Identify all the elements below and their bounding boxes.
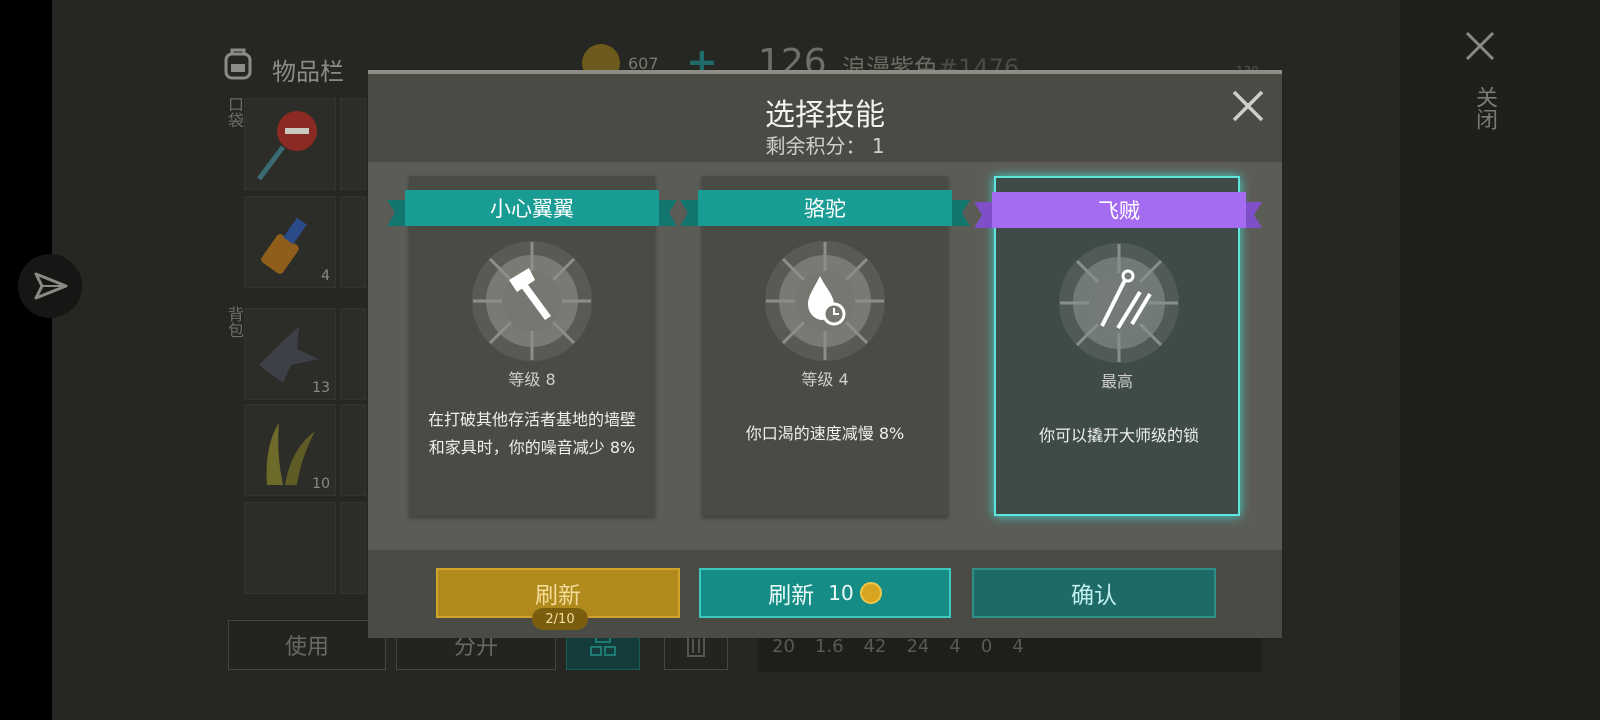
paid-refresh-label: 刷新 <box>768 583 815 609</box>
skill-card-careful[interactable]: 小心翼翼 等级 8 在打破其他存活者基地的墙壁和家具时，你的噪音减少 8% <box>387 176 677 516</box>
slot-count: 10 <box>312 476 330 492</box>
attack-speed-stat: 1.6 <box>814 635 844 657</box>
refresh-count-badge: 2/10 <box>532 608 588 630</box>
inventory-slot[interactable] <box>340 502 366 594</box>
dialog-title: 选择技能 <box>765 98 885 133</box>
share-button[interactable] <box>18 254 82 318</box>
inventory-slot[interactable] <box>340 404 366 496</box>
skill-level: 等级 8 <box>508 370 556 389</box>
backpack-icon <box>224 48 252 80</box>
lockpick-icon <box>1059 243 1179 363</box>
send-icon <box>34 272 68 300</box>
close-label[interactable]: 关闭 <box>1468 86 1500 130</box>
speed-stat: 42 <box>863 635 887 657</box>
slot-count: 4 <box>321 268 330 284</box>
free-refresh-label: 刷新 <box>535 583 581 609</box>
inventory-slot[interactable] <box>340 308 366 400</box>
radiation-resist-stat: 4 <box>1012 635 1024 657</box>
skill-description: 你口渴的速度减慢 8% <box>745 424 905 443</box>
backpack-label: 背包 <box>225 306 244 338</box>
inventory-slot[interactable] <box>340 196 366 288</box>
dialog-close-icon[interactable] <box>1230 88 1266 124</box>
inventory-slot[interactable]: 4 <box>244 196 336 288</box>
skill-name: 飞贼 <box>992 192 1246 228</box>
skill-level: 等级 4 <box>801 370 849 389</box>
skill-name: 骆驼 <box>698 190 952 226</box>
inventory-slot[interactable]: 13 <box>244 308 336 400</box>
remaining-points-value: 1 <box>871 134 885 158</box>
skill-name: 小心翼翼 <box>405 190 659 226</box>
paid-refresh-cost: 10 <box>828 581 854 605</box>
background-right-panel <box>1400 0 1600 720</box>
skill-level: 最高 <box>1100 372 1133 391</box>
confirm-button[interactable]: 确认 <box>972 568 1216 618</box>
inventory-slot[interactable] <box>244 98 336 190</box>
skill-description: 在打破其他存活者基地的墙壁和家具时，你的噪音减少 8% <box>427 410 636 457</box>
use-button[interactable]: 使用 <box>228 620 386 670</box>
skill-cards-area: 小心翼翼 等级 8 在打破其他存活者基地的墙壁和家具时，你的噪音减少 8% 骆驼 <box>368 162 1282 550</box>
skill-card-thief[interactable]: 飞贼 最高 你可以撬开大师级的锁 <box>974 176 1262 516</box>
left-black-bar <box>0 0 52 720</box>
poison-resist-stat: 0 <box>980 635 993 657</box>
skill-description: 你可以撬开大师级的锁 <box>1038 426 1199 445</box>
close-icon[interactable] <box>1462 28 1498 64</box>
skill-card-camel[interactable]: 骆驼 等级 4 你口渴的速度减慢 8% <box>680 176 970 516</box>
slot-count: 13 <box>312 380 330 396</box>
stop-sign-icon <box>257 111 317 181</box>
inventory-slot[interactable] <box>244 502 336 594</box>
axe-icon <box>472 241 592 361</box>
pocket-label: 口袋 <box>225 96 244 128</box>
free-refresh-button[interactable]: 刷新 2/10 <box>436 568 680 630</box>
attack-stat: 20 <box>772 635 795 657</box>
water-drop-clock-icon <box>765 241 885 361</box>
dialog-action-bar: 刷新 2/10 刷新 10 确认 <box>368 550 1282 638</box>
paid-refresh-button[interactable]: 刷新 10 <box>699 568 951 618</box>
remaining-points: 剩余积分： 1 <box>368 130 1282 159</box>
coin-icon <box>859 582 882 604</box>
inventory-title: 物品栏 <box>272 58 344 86</box>
inventory-slot[interactable]: 10 <box>244 404 336 496</box>
remaining-points-label: 剩余积分： <box>765 134 866 158</box>
cold-resist-stat: 4 <box>949 635 961 657</box>
inventory-slot[interactable] <box>340 98 366 190</box>
select-skill-dialog: 选择技能 剩余积分： 1 小心翼翼 等级 8 在打破其他存活者基地的墙壁和家具时… <box>368 70 1282 638</box>
armor-stat: 24 <box>906 635 930 657</box>
